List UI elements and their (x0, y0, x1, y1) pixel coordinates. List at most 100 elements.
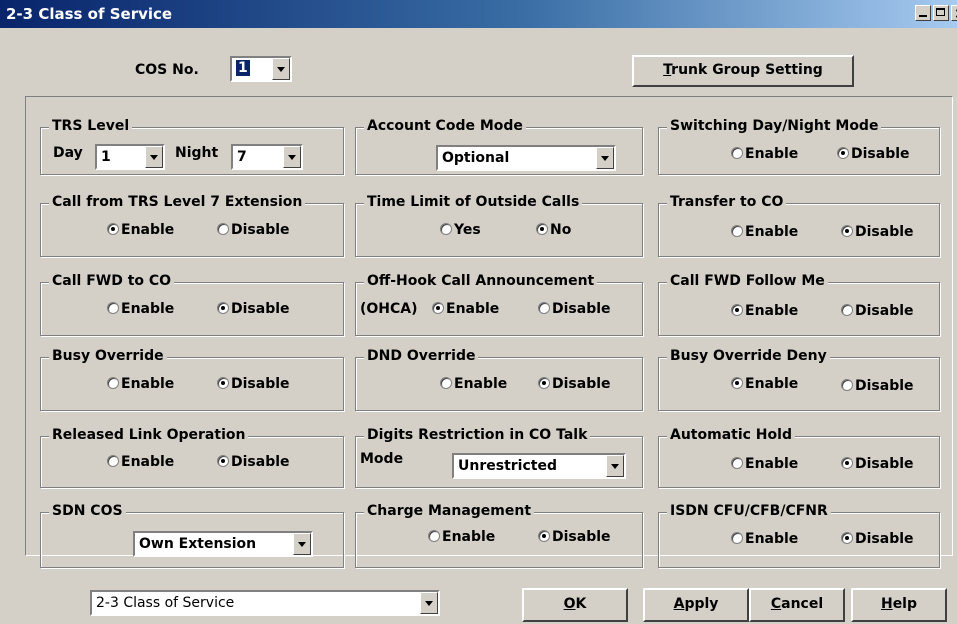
automatic-hold-legend: Automatic Hold (667, 427, 795, 443)
released-link-legend: Released Link Operation (49, 427, 249, 443)
close-icon[interactable] (951, 0, 957, 28)
call-from-trs7-group: Call from TRS Level 7 Extension Enable D… (40, 194, 344, 257)
chevron-down-icon[interactable] (283, 146, 301, 168)
cos-no-value: 1 (236, 60, 250, 76)
title-bar[interactable]: 2-3 Class of Service (0, 0, 957, 28)
transfer-to-co-legend: Transfer to CO (667, 194, 787, 210)
maximize-icon[interactable] (933, 5, 949, 21)
automatic-hold-enable-radio[interactable]: Enable (731, 456, 798, 472)
ohca-legend: Off-Hook Call Announcement (364, 273, 598, 289)
busy-override-enable-radio[interactable]: Enable (107, 376, 174, 392)
released-link-disable-radio[interactable]: Disable (217, 454, 290, 470)
trs-level-group: TRS Level Day 1 Night 7 (40, 118, 344, 175)
busy-override-deny-group: Busy Override Deny Enable Disable (658, 348, 940, 411)
transfer-to-co-group: Transfer to CO Enable Disable (658, 194, 940, 257)
switching-day-night-group: Switching Day/Night Mode Enable Disable (658, 118, 940, 175)
transfer-to-co-enable-radio[interactable]: Enable (731, 224, 798, 240)
charge-management-group: Charge Management Enable Disable (355, 503, 643, 568)
ohca-enable-radio[interactable]: Enable (432, 301, 499, 317)
switching-day-night-legend: Switching Day/Night Mode (667, 118, 882, 134)
account-code-mode-legend: Account Code Mode (364, 118, 526, 134)
switching-disable-radio[interactable]: Disable (837, 146, 910, 162)
digits-restriction-legend: Digits Restriction in CO Talk (364, 427, 591, 443)
call-from-trs7-disable-radio[interactable]: Disable (217, 222, 290, 238)
time-limit-yes-radio[interactable]: Yes (440, 222, 481, 238)
call-from-trs7-legend: Call from TRS Level 7 Extension (49, 194, 306, 210)
sdn-cos-value: Own Extension (139, 536, 257, 552)
charge-management-disable-radio[interactable]: Disable (538, 529, 611, 545)
account-code-mode-select[interactable]: Optional (436, 145, 616, 171)
day-value: 1 (101, 149, 111, 165)
call-fwd-follow-me-enable-radio[interactable]: Enable (731, 303, 798, 319)
charge-management-enable-radio[interactable]: Enable (428, 529, 495, 545)
minimize-icon[interactable] (915, 5, 931, 21)
sdn-cos-select[interactable]: Own Extension (133, 531, 313, 557)
ohca-prefix-label: (OHCA) (360, 301, 418, 317)
dnd-override-legend: DND Override (364, 348, 479, 364)
page-nav-select[interactable]: 2-3 Class of Service (90, 590, 440, 616)
chevron-down-icon[interactable] (145, 146, 163, 168)
time-limit-legend: Time Limit of Outside Calls (364, 194, 583, 210)
chevron-down-icon[interactable] (293, 533, 311, 555)
automatic-hold-disable-radio[interactable]: Disable (841, 456, 914, 472)
account-code-mode-group: Account Code Mode Optional (355, 118, 643, 175)
page-nav-value: 2-3 Class of Service (96, 595, 235, 611)
busy-override-legend: Busy Override (49, 348, 167, 364)
cos-no-select[interactable]: 1 (230, 56, 292, 82)
isdn-cfu-disable-radio[interactable]: Disable (841, 531, 914, 547)
help-button[interactable]: Help (851, 588, 947, 622)
call-fwd-follow-me-disable-radio[interactable]: Disable (841, 303, 914, 319)
sdn-cos-group: SDN COS Own Extension (40, 503, 344, 568)
released-link-enable-radio[interactable]: Enable (107, 454, 174, 470)
released-link-group: Released Link Operation Enable Disable (40, 427, 344, 488)
chevron-down-icon[interactable] (420, 592, 438, 614)
digits-restriction-value: Unrestricted (458, 458, 557, 474)
isdn-cfu-legend: ISDN CFU/CFB/CFNR (667, 503, 831, 519)
night-select[interactable]: 7 (231, 144, 303, 170)
switching-enable-radio[interactable]: Enable (731, 146, 798, 162)
cos-no-label: COS No. (135, 62, 199, 78)
time-limit-group: Time Limit of Outside Calls Yes No (355, 194, 643, 257)
night-label: Night (175, 145, 219, 161)
trunk-group-setting-button[interactable]: Trunk Group Setting (632, 55, 854, 87)
dnd-override-disable-radio[interactable]: Disable (538, 376, 611, 392)
chevron-down-icon[interactable] (606, 455, 624, 477)
dnd-override-enable-radio[interactable]: Enable (440, 376, 507, 392)
digits-restriction-select[interactable]: Unrestricted (452, 453, 626, 479)
trs-level-legend: TRS Level (49, 118, 133, 134)
transfer-to-co-disable-radio[interactable]: Disable (841, 224, 914, 240)
call-fwd-follow-me-group: Call FWD Follow Me Enable Disable (658, 273, 940, 336)
call-fwd-to-co-group: Call FWD to CO Enable Disable (40, 273, 344, 336)
dnd-override-group: DND Override Enable Disable (355, 348, 643, 411)
chevron-down-icon[interactable] (596, 147, 614, 169)
apply-button[interactable]: Apply (643, 588, 749, 622)
automatic-hold-group: Automatic Hold Enable Disable (658, 427, 940, 488)
busy-override-deny-legend: Busy Override Deny (667, 348, 830, 364)
window-title: 2-3 Class of Service (6, 5, 173, 23)
busy-override-deny-enable-radio[interactable]: Enable (731, 376, 798, 392)
digits-restriction-group: Digits Restriction in CO Talk Mode Unres… (355, 427, 643, 488)
call-fwd-to-co-enable-radio[interactable]: Enable (107, 301, 174, 317)
ohca-group: Off-Hook Call Announcement (OHCA) Enable… (355, 273, 643, 336)
ohca-disable-radio[interactable]: Disable (538, 301, 611, 317)
chevron-down-icon[interactable] (272, 58, 290, 80)
time-limit-no-radio[interactable]: No (536, 222, 571, 238)
mode-label: Mode (360, 451, 404, 467)
cancel-button[interactable]: Cancel (749, 588, 845, 622)
isdn-cfu-enable-radio[interactable]: Enable (731, 531, 798, 547)
busy-override-disable-radio[interactable]: Disable (217, 376, 290, 392)
charge-management-legend: Charge Management (364, 503, 535, 519)
night-value: 7 (237, 149, 247, 165)
isdn-cfu-group: ISDN CFU/CFB/CFNR Enable Disable (658, 503, 940, 568)
ok-button[interactable]: OK (522, 588, 628, 622)
busy-override-group: Busy Override Enable Disable (40, 348, 344, 411)
call-fwd-follow-me-legend: Call FWD Follow Me (667, 273, 828, 289)
call-fwd-to-co-disable-radio[interactable]: Disable (217, 301, 290, 317)
class-of-service-window: 2-3 Class of Service COS No. 1 Trunk Gro… (0, 0, 957, 624)
day-select[interactable]: 1 (95, 144, 165, 170)
busy-override-deny-disable-radio[interactable]: Disable (841, 378, 914, 394)
call-fwd-to-co-legend: Call FWD to CO (49, 273, 175, 289)
call-from-trs7-enable-radio[interactable]: Enable (107, 222, 174, 238)
account-code-mode-value: Optional (442, 150, 510, 166)
day-label: Day (53, 145, 83, 161)
